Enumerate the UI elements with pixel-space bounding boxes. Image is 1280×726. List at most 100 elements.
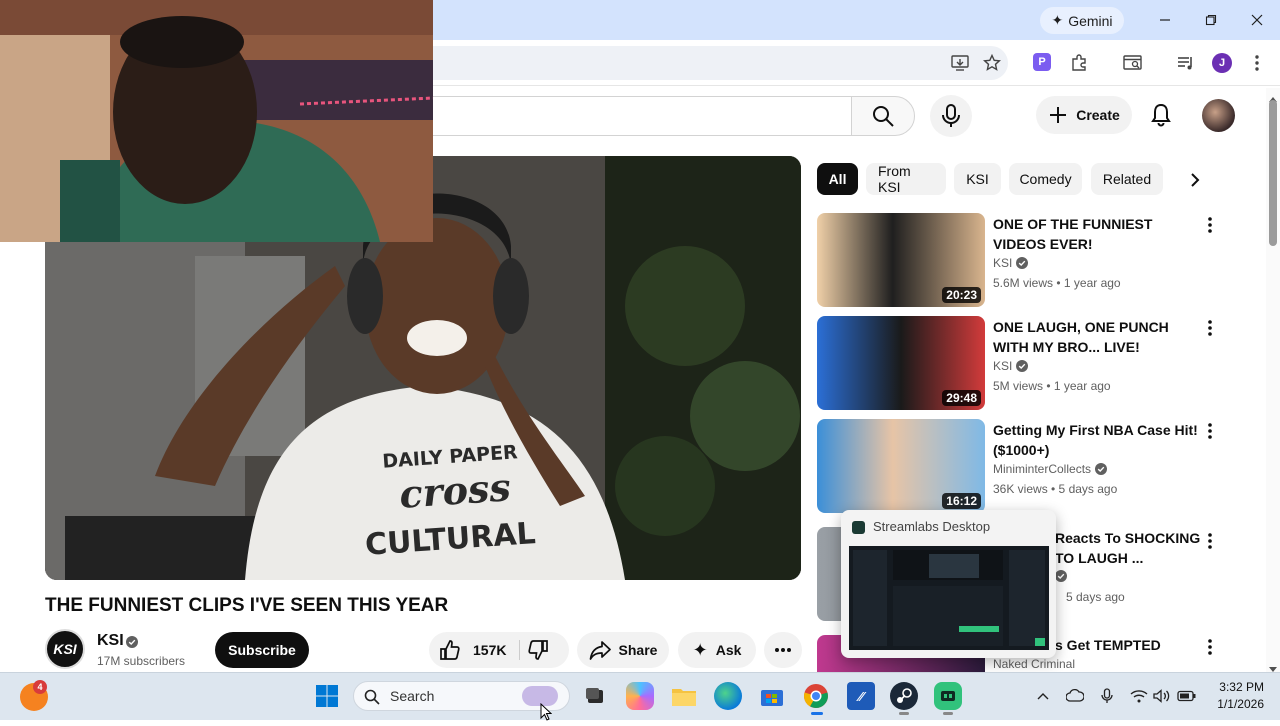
mouse-cursor-icon [540, 702, 553, 726]
like-dislike-group: 157K [429, 632, 569, 668]
taskbar-search-box[interactable]: Search [353, 681, 570, 711]
more-vertical-icon[interactable] [1203, 318, 1217, 338]
tab-search-icon[interactable] [1122, 52, 1144, 74]
taskbar-preview-popup[interactable]: Streamlabs Desktop [841, 510, 1056, 658]
more-vertical-icon[interactable] [1203, 215, 1217, 235]
chevron-right-icon[interactable] [1180, 165, 1210, 195]
dislike-button[interactable] [527, 639, 549, 664]
create-button[interactable]: Create [1036, 96, 1132, 134]
copilot-app-icon[interactable] [626, 682, 654, 710]
chip-ksi[interactable]: KSI [954, 163, 1001, 195]
like-count: 157K [473, 642, 507, 658]
plus-icon [1050, 107, 1067, 123]
running-app-indicator [943, 712, 953, 715]
recommendation-title[interactable]: Getting My First NBA Case Hit! ($1000+) [993, 420, 1199, 460]
verified-badge-icon [1055, 570, 1067, 582]
recommendation-title[interactable]: Reacts To SHOCKING TO LAUGH ... [1055, 528, 1205, 568]
video-thumbnail[interactable]: 20:23 [817, 213, 985, 307]
edge-browser-icon[interactable] [714, 682, 742, 710]
chevron-up-icon[interactable] [1033, 686, 1053, 706]
microphone-tray-icon[interactable] [1097, 686, 1117, 706]
wifi-icon[interactable] [1129, 686, 1149, 706]
start-button[interactable] [313, 682, 341, 710]
microsoft-store-icon[interactable] [758, 682, 786, 710]
like-button[interactable]: 157K [439, 639, 506, 661]
streamlabs-app-icon[interactable] [934, 682, 962, 710]
chip-all[interactable]: All [817, 163, 858, 195]
scrollbar-thumb[interactable] [1269, 100, 1277, 246]
extension-p-icon[interactable]: P [1033, 53, 1051, 71]
video-thumbnail[interactable]: 29:48 [817, 316, 985, 410]
verified-badge-icon [1016, 257, 1029, 269]
more-actions-button[interactable] [764, 632, 802, 668]
verified-badge-icon [1016, 360, 1029, 372]
editor-app-icon[interactable]: ⁄⁄ [847, 682, 875, 710]
recommendation-meta: 5M views • 1 year ago [993, 379, 1111, 393]
chip-from-ksi[interactable]: From KSI [866, 163, 946, 195]
gemini-label: Gemini [1068, 12, 1113, 29]
chip-comedy[interactable]: Comedy [1009, 163, 1082, 195]
clock-time[interactable]: 3:32 PM [1210, 680, 1264, 694]
sparkle-icon: ✦ [692, 639, 708, 660]
gemini-sparkle-icon: ✦ [1051, 12, 1064, 28]
user-avatar[interactable] [1202, 99, 1235, 132]
share-button[interactable]: Share [577, 632, 669, 668]
video-thumbnail[interactable]: 16:12 [817, 419, 985, 513]
chip-related[interactable]: Related [1091, 163, 1163, 195]
more-horizontal-icon [775, 648, 791, 652]
running-app-indicator [899, 712, 909, 715]
volume-icon[interactable] [1152, 686, 1172, 706]
recommendation-channel: KSI [993, 256, 1029, 270]
file-explorer-icon[interactable] [670, 682, 698, 710]
cloud-sync-icon[interactable] [1065, 686, 1085, 706]
chrome-browser-icon[interactable] [802, 682, 830, 710]
voice-search-button[interactable] [930, 95, 972, 137]
browser-menu-icon[interactable] [1246, 52, 1268, 74]
media-control-icon[interactable] [1175, 52, 1197, 74]
restore-button[interactable] [1199, 8, 1223, 32]
notifications-button[interactable] [1146, 100, 1176, 130]
install-app-icon[interactable] [949, 52, 971, 74]
task-view-icon[interactable] [581, 682, 609, 710]
minimize-button[interactable] [1153, 8, 1177, 32]
ask-label: Ask [715, 642, 742, 658]
ask-button[interactable]: ✦ Ask [678, 632, 756, 668]
bookmark-star-icon[interactable] [981, 52, 1003, 74]
active-app-indicator [811, 712, 823, 715]
close-window-button[interactable] [1245, 8, 1269, 32]
channel-avatar[interactable]: KSI [45, 629, 85, 669]
subscribe-button[interactable]: Subscribe [215, 632, 309, 668]
recommendation-meta: 36K views • 5 days ago [993, 482, 1118, 496]
recommendation-meta: 5.6M views • 1 year ago [993, 276, 1121, 290]
verified-badge-icon [126, 635, 138, 653]
recommendation-title[interactable]: ONE OF THE FUNNIEST VIDEOS EVER! [993, 214, 1199, 254]
recommendation-item[interactable]: 29:48 ONE LAUGH, ONE PUNCH WITH MY BRO..… [817, 316, 1217, 412]
gemini-button[interactable]: ✦ Gemini [1040, 7, 1124, 34]
windows-logo-icon [316, 685, 338, 707]
window-preview[interactable] [849, 546, 1049, 650]
recommendation-item[interactable]: 20:23 ONE OF THE FUNNIEST VIDEOS EVER! K… [817, 213, 1217, 309]
more-vertical-icon[interactable] [1203, 637, 1217, 657]
recommendation-title[interactable]: ONE LAUGH, ONE PUNCH WITH MY BRO... LIVE… [993, 317, 1199, 357]
youtube-search-button[interactable] [851, 96, 915, 136]
bell-icon [1151, 103, 1171, 127]
extensions-puzzle-icon[interactable] [1068, 52, 1090, 74]
duration-badge: 16:12 [942, 493, 981, 509]
clock-date[interactable]: 1/1/2026 [1200, 697, 1264, 711]
share-label: Share [618, 642, 658, 658]
more-vertical-icon[interactable] [1203, 421, 1217, 441]
webcam-feed [0, 0, 433, 242]
profile-avatar[interactable]: J [1212, 53, 1232, 73]
youtube-search-input[interactable] [432, 96, 852, 136]
recommendation-item[interactable]: 16:12 Getting My First NBA Case Hit! ($1… [817, 419, 1217, 515]
channel-name[interactable]: KSI [97, 632, 124, 650]
verified-badge-icon [1095, 463, 1108, 475]
more-vertical-icon[interactable] [1203, 531, 1217, 551]
like-divider [519, 640, 520, 660]
steam-app-icon[interactable] [890, 682, 918, 710]
popup-title: Streamlabs Desktop [873, 519, 991, 534]
recommendation-channel: Naked Criminal [993, 657, 1076, 671]
battery-icon[interactable] [1177, 686, 1197, 706]
create-label: Create [1076, 107, 1120, 123]
recommendation-title[interactable]: s Get TEMPTED [1055, 635, 1205, 655]
